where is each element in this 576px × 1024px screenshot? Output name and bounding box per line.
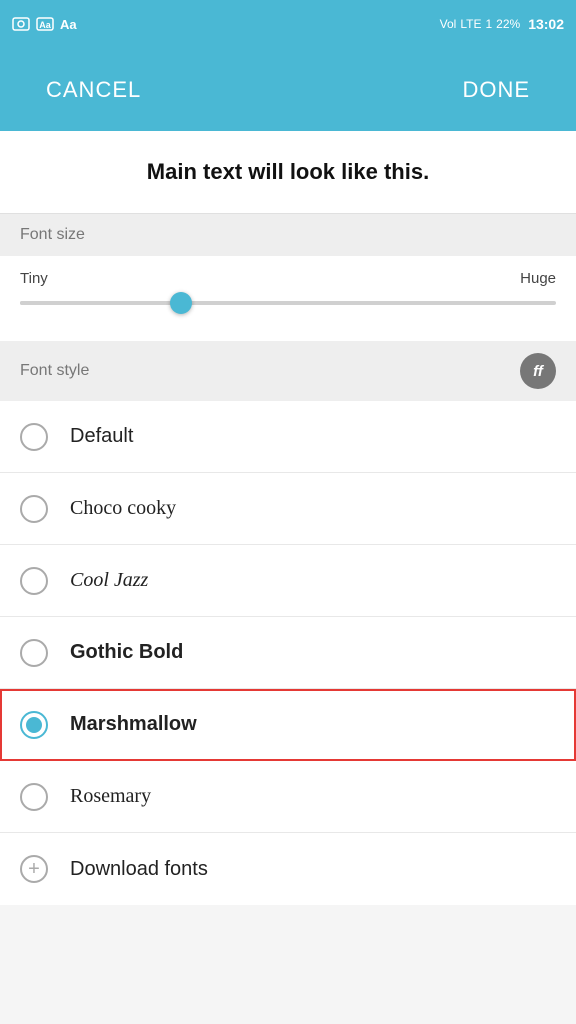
font-size-slider[interactable]	[20, 301, 556, 305]
radio-inner-marshmallow	[26, 717, 42, 733]
font-item-cool-jazz[interactable]: Cool Jazz	[0, 545, 576, 617]
status-bar-left: Aa Aa	[12, 16, 77, 32]
font-item-marshmallow[interactable]: Marshmallow	[0, 689, 576, 761]
font-item-choco-cooky[interactable]: Choco cooky	[0, 473, 576, 545]
radio-rosemary	[20, 783, 48, 811]
font-size-label: Font size	[20, 226, 85, 244]
font-item-gothic-bold[interactable]: Gothic Bold	[0, 617, 576, 689]
slider-fill	[20, 301, 181, 305]
action-bar: CANCEL DONE	[0, 48, 576, 131]
battery-text: 22%	[496, 17, 520, 31]
preview-area: Main text will look like this.	[0, 131, 576, 214]
radio-gothic-bold	[20, 639, 48, 667]
font-name-gothic-bold: Gothic Bold	[70, 641, 183, 664]
font-style-section-header: Font style ff	[0, 341, 576, 401]
status-aa-label: Aa	[60, 17, 77, 32]
plus-icon: +	[20, 855, 48, 883]
slider-thumb[interactable]	[170, 292, 192, 314]
font-name-marshmallow: Marshmallow	[70, 713, 197, 736]
radio-cool-jazz	[20, 567, 48, 595]
download-fonts-item[interactable]: + Download fonts	[0, 833, 576, 905]
font-size-section-header: Font size	[0, 214, 576, 256]
image-icon: Aa	[36, 16, 54, 32]
status-bar: Aa Aa Vol LTE 1 22% 13:02	[0, 0, 576, 48]
font-style-label: Font style	[20, 362, 89, 380]
font-name-choco-cooky: Choco cooky	[70, 497, 176, 520]
screenshot-icon	[12, 16, 30, 32]
vol-label: Vol	[440, 17, 457, 31]
lte-label: LTE	[460, 17, 481, 31]
huge-label: Huge	[520, 270, 556, 287]
radio-marshmallow	[20, 711, 48, 739]
download-fonts-label: Download fonts	[70, 858, 208, 881]
font-name-rosemary: Rosemary	[70, 785, 151, 808]
font-item-default[interactable]: Default	[0, 401, 576, 473]
font-name-cool-jazz: Cool Jazz	[70, 569, 148, 592]
ff-badge-label: ff	[533, 363, 543, 380]
svg-text:Aa: Aa	[39, 20, 51, 30]
font-size-slider-container: Tiny Huge	[0, 256, 576, 341]
preview-text: Main text will look like this.	[147, 159, 429, 184]
font-name-default: Default	[70, 425, 133, 448]
cancel-button[interactable]: CANCEL	[30, 67, 157, 113]
tiny-label: Tiny	[20, 270, 48, 287]
slider-labels: Tiny Huge	[20, 270, 556, 287]
done-button[interactable]: DONE	[446, 67, 546, 113]
sim-label: 1	[485, 17, 492, 31]
time-label: 13:02	[528, 16, 564, 32]
radio-default	[20, 423, 48, 451]
font-item-rosemary[interactable]: Rosemary	[0, 761, 576, 833]
ff-badge[interactable]: ff	[520, 353, 556, 389]
font-list: Default Choco cooky Cool Jazz Gothic Bol…	[0, 401, 576, 833]
status-bar-right: Vol LTE 1 22% 13:02	[440, 16, 564, 32]
radio-choco-cooky	[20, 495, 48, 523]
